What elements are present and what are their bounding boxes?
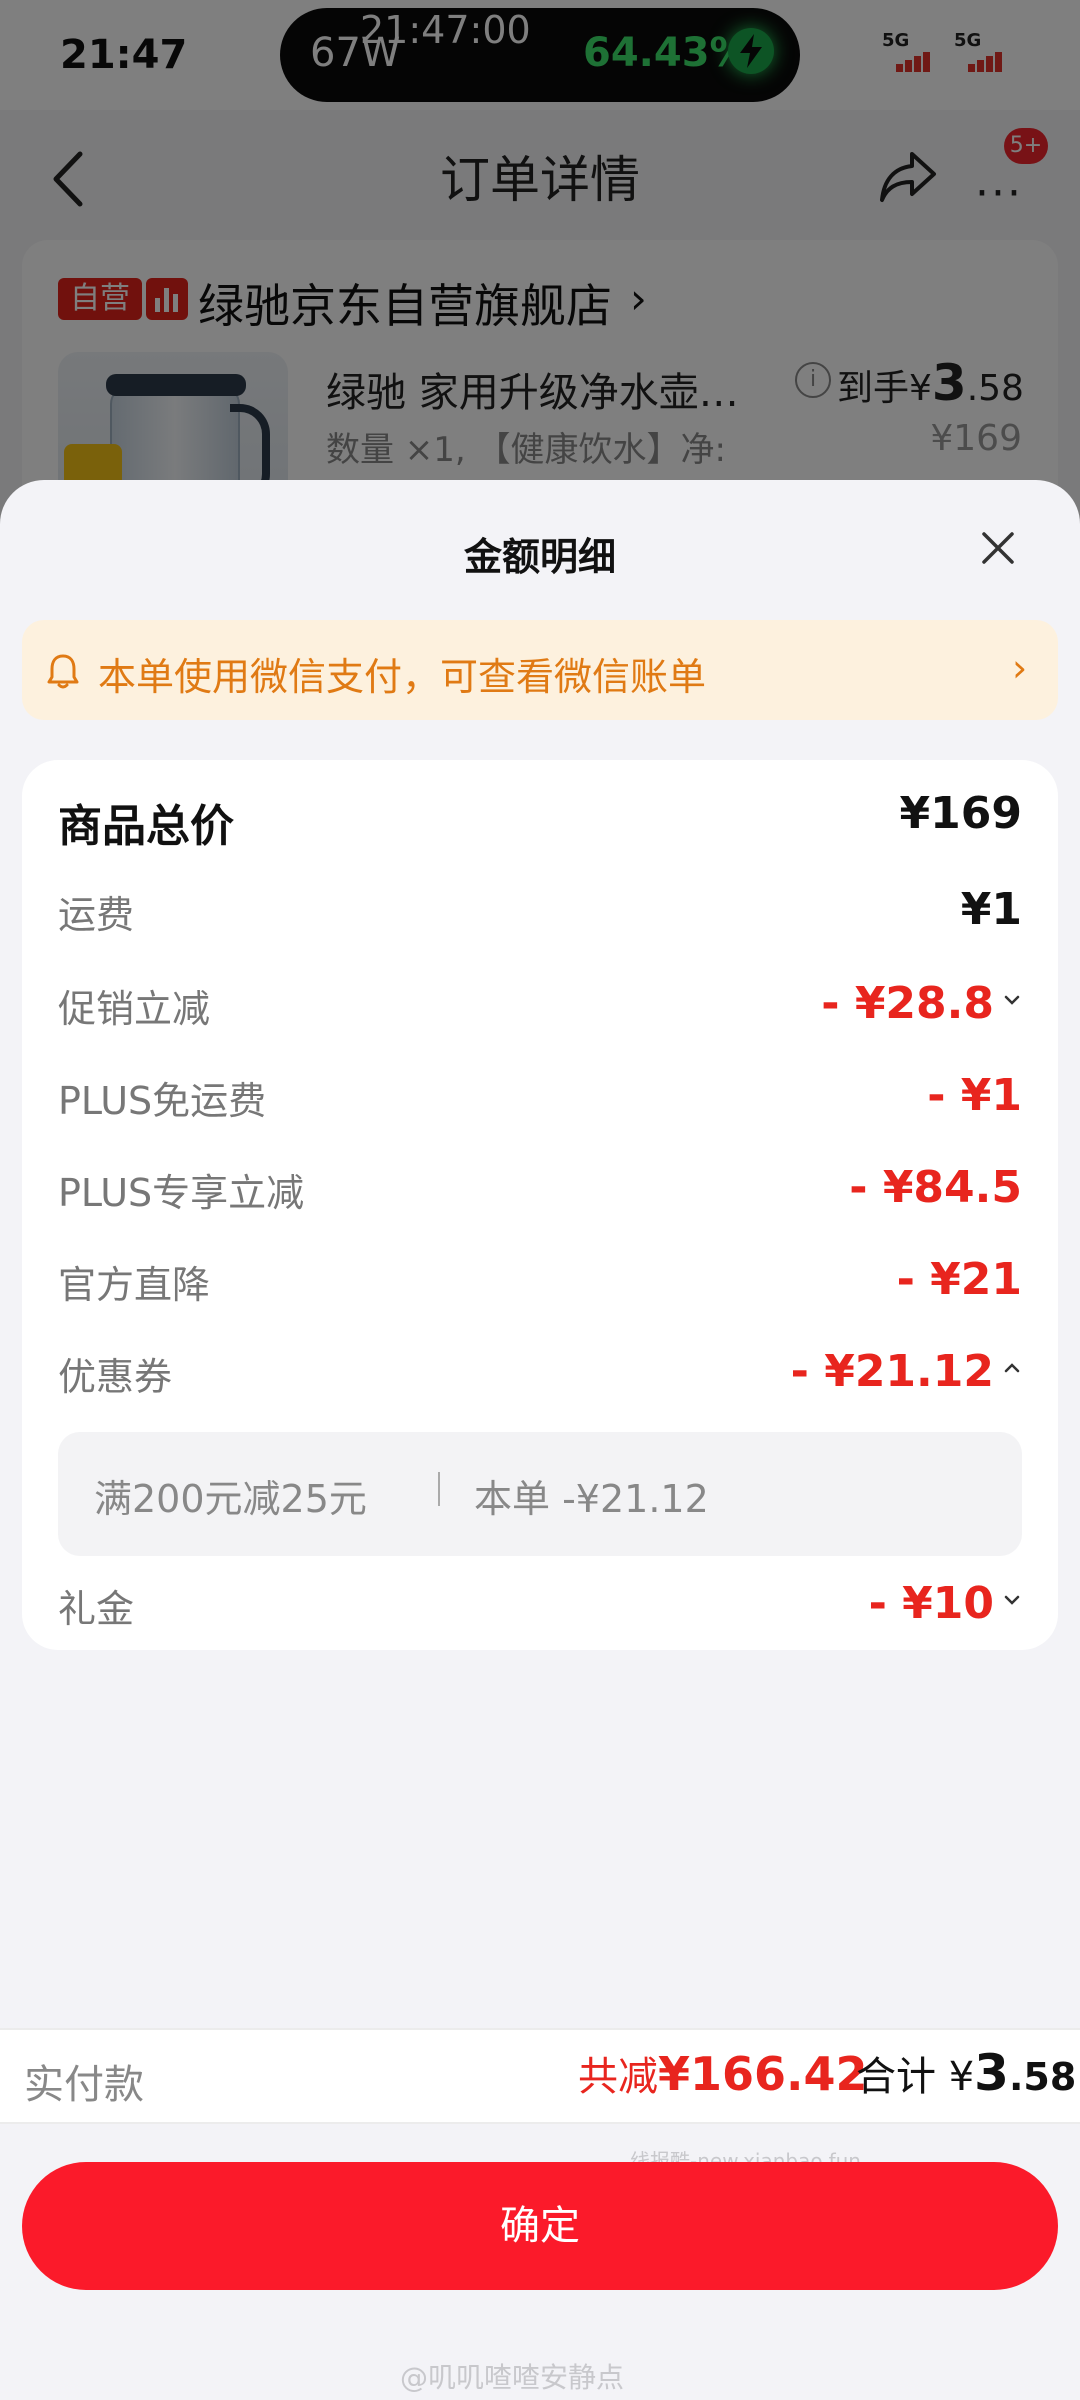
coupon-detail: 满200元减25元 本单 -¥21.12 bbox=[58, 1432, 1022, 1556]
coupon-this-order: 本单 -¥21.12 bbox=[474, 1477, 709, 1521]
chevron-down-icon[interactable] bbox=[1002, 990, 1022, 1014]
weibo-watermark: @叽叽喳喳安静点 bbox=[400, 2361, 625, 2394]
order-total: 合计 ¥3.58 bbox=[856, 2044, 1077, 2102]
payment-summary-bar: 实付款 共减¥166.42 合计 ¥3.58 bbox=[0, 2028, 1080, 2124]
wechat-bill-text: 本单使用微信支付，可查看微信账单 bbox=[98, 655, 707, 699]
total-reduction: 共减¥166.42 bbox=[578, 2047, 868, 2101]
close-icon[interactable] bbox=[980, 530, 1016, 570]
actual-payment-label: 实付款 bbox=[24, 2062, 144, 2108]
row-promotion-discount[interactable]: 促销立减 - ¥28.8 bbox=[58, 978, 1022, 1038]
confirm-button[interactable]: 确定 bbox=[22, 2162, 1058, 2290]
chevron-down-icon[interactable] bbox=[1002, 1590, 1022, 1614]
row-gift-money[interactable]: 礼金 - ¥10 bbox=[58, 1578, 1022, 1638]
bell-icon bbox=[46, 652, 80, 694]
divider bbox=[438, 1472, 440, 1506]
modal-backdrop[interactable] bbox=[0, 0, 1080, 520]
wechat-bill-banner[interactable]: 本单使用微信支付，可查看微信账单 › bbox=[22, 620, 1058, 720]
row-shipping: 运费 ¥1 bbox=[58, 884, 1022, 937]
chevron-right-icon: › bbox=[1012, 646, 1028, 690]
amount-detail-sheet: 金额明细 本单使用微信支付，可查看微信账单 › 商品总价 ¥169 运费 ¥1 … bbox=[0, 480, 1080, 2400]
sheet-title: 金额明细 bbox=[463, 535, 616, 579]
amount-detail-card: 商品总价 ¥169 运费 ¥1 促销立减 - ¥28.8 PLUS免运费 - ¥… bbox=[22, 760, 1058, 1650]
row-plus-exclusive-discount: PLUS专享立减 - ¥84.5 bbox=[58, 1162, 1022, 1215]
chevron-up-icon[interactable] bbox=[1002, 1358, 1022, 1382]
coupon-rule: 满200元减25元 bbox=[94, 1477, 367, 1521]
row-official-price-drop: 官方直降 - ¥21 bbox=[58, 1254, 1022, 1307]
row-goods-total: 商品总价 ¥169 bbox=[58, 788, 1022, 852]
row-plus-free-shipping: PLUS免运费 - ¥1 bbox=[58, 1070, 1022, 1123]
row-coupon[interactable]: 优惠券 - ¥21.12 bbox=[58, 1346, 1022, 1406]
